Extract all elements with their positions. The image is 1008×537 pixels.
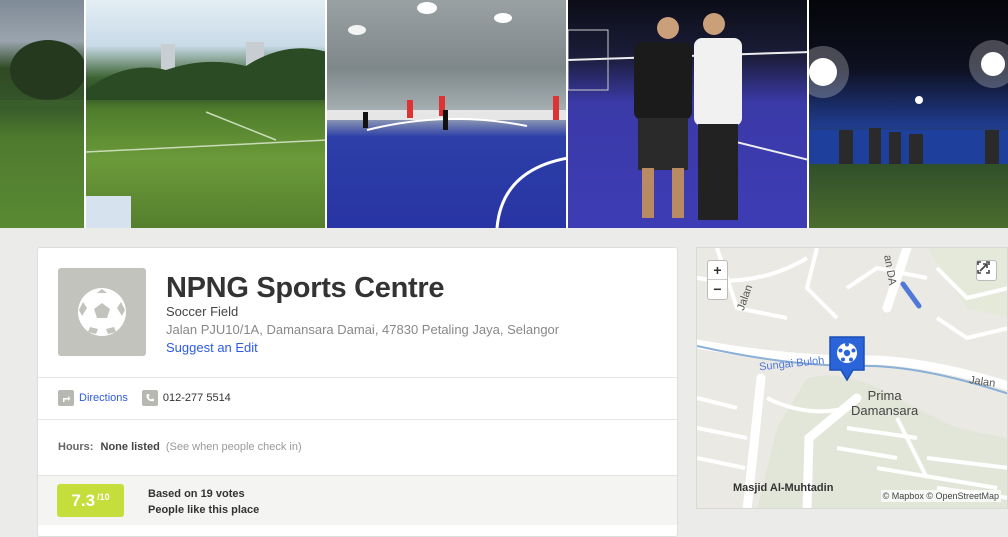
rating-score: 7.3: [71, 490, 96, 510]
expand-icon[interactable]: [976, 260, 997, 281]
photo-strip: [0, 0, 1008, 228]
directions-link[interactable]: Directions: [79, 392, 128, 404]
photo-night-field[interactable]: [809, 0, 1008, 228]
map-pin-icon[interactable]: [827, 334, 867, 384]
venue-name: NPNG Sports Centre: [166, 272, 445, 304]
rating-badge: 7.3 /10: [57, 484, 124, 517]
phone-icon: [141, 390, 158, 406]
hours-label: Hours:: [58, 441, 94, 453]
phone-number[interactable]: 012-277 5514: [163, 392, 231, 404]
zoom-control: + −: [707, 260, 728, 300]
photo-indoor-futsal[interactable]: [327, 0, 568, 228]
venue-card: NPNG Sports Centre Soccer Field Jalan PJ…: [37, 247, 678, 537]
rating-votes: Based on 19 votes People like this place: [148, 486, 259, 518]
venue-map[interactable]: + − Jalan an DA Sungai Buloh Jalan Prima…: [696, 247, 1008, 509]
suggest-edit-link[interactable]: Suggest an Edit: [166, 340, 258, 355]
rating-out-of: /10: [97, 491, 110, 502]
likes-link[interactable]: People like this place: [148, 502, 259, 518]
map-label-prima-damansara: Prima Damansara: [851, 388, 918, 418]
contact-row: Directions 012-277 5514: [58, 389, 231, 407]
photo-two-players[interactable]: [568, 0, 809, 228]
soccer-ball-icon: [58, 268, 146, 356]
hours-row: Hours: None listed (See when people chec…: [58, 441, 302, 453]
map-label-masjid: Masjid Al-Muhtadin: [733, 482, 834, 494]
map-label-damansara: Damansara: [851, 403, 919, 418]
map-label-prima: Prima: [867, 388, 902, 403]
zoom-out-button[interactable]: −: [708, 280, 727, 299]
divider: [38, 377, 677, 378]
divider: [38, 419, 677, 420]
rating-section: 7.3 /10 Based on 19 votes People like th…: [38, 475, 677, 525]
directions-icon: [58, 390, 74, 406]
zoom-in-button[interactable]: +: [708, 261, 727, 280]
venue-address: Jalan PJU10/1A, Damansara Damai, 47830 P…: [166, 322, 560, 337]
hours-value: None listed: [100, 441, 160, 453]
map-attribution[interactable]: © Mapbox © OpenStreetMap: [880, 490, 1001, 502]
votes-text: Based on 19 votes: [148, 488, 245, 500]
venue-category: Soccer Field: [166, 304, 239, 319]
hours-hint: (See when people check in): [165, 441, 302, 453]
photo-field-1[interactable]: [0, 0, 86, 228]
photo-field-2[interactable]: [86, 0, 327, 228]
